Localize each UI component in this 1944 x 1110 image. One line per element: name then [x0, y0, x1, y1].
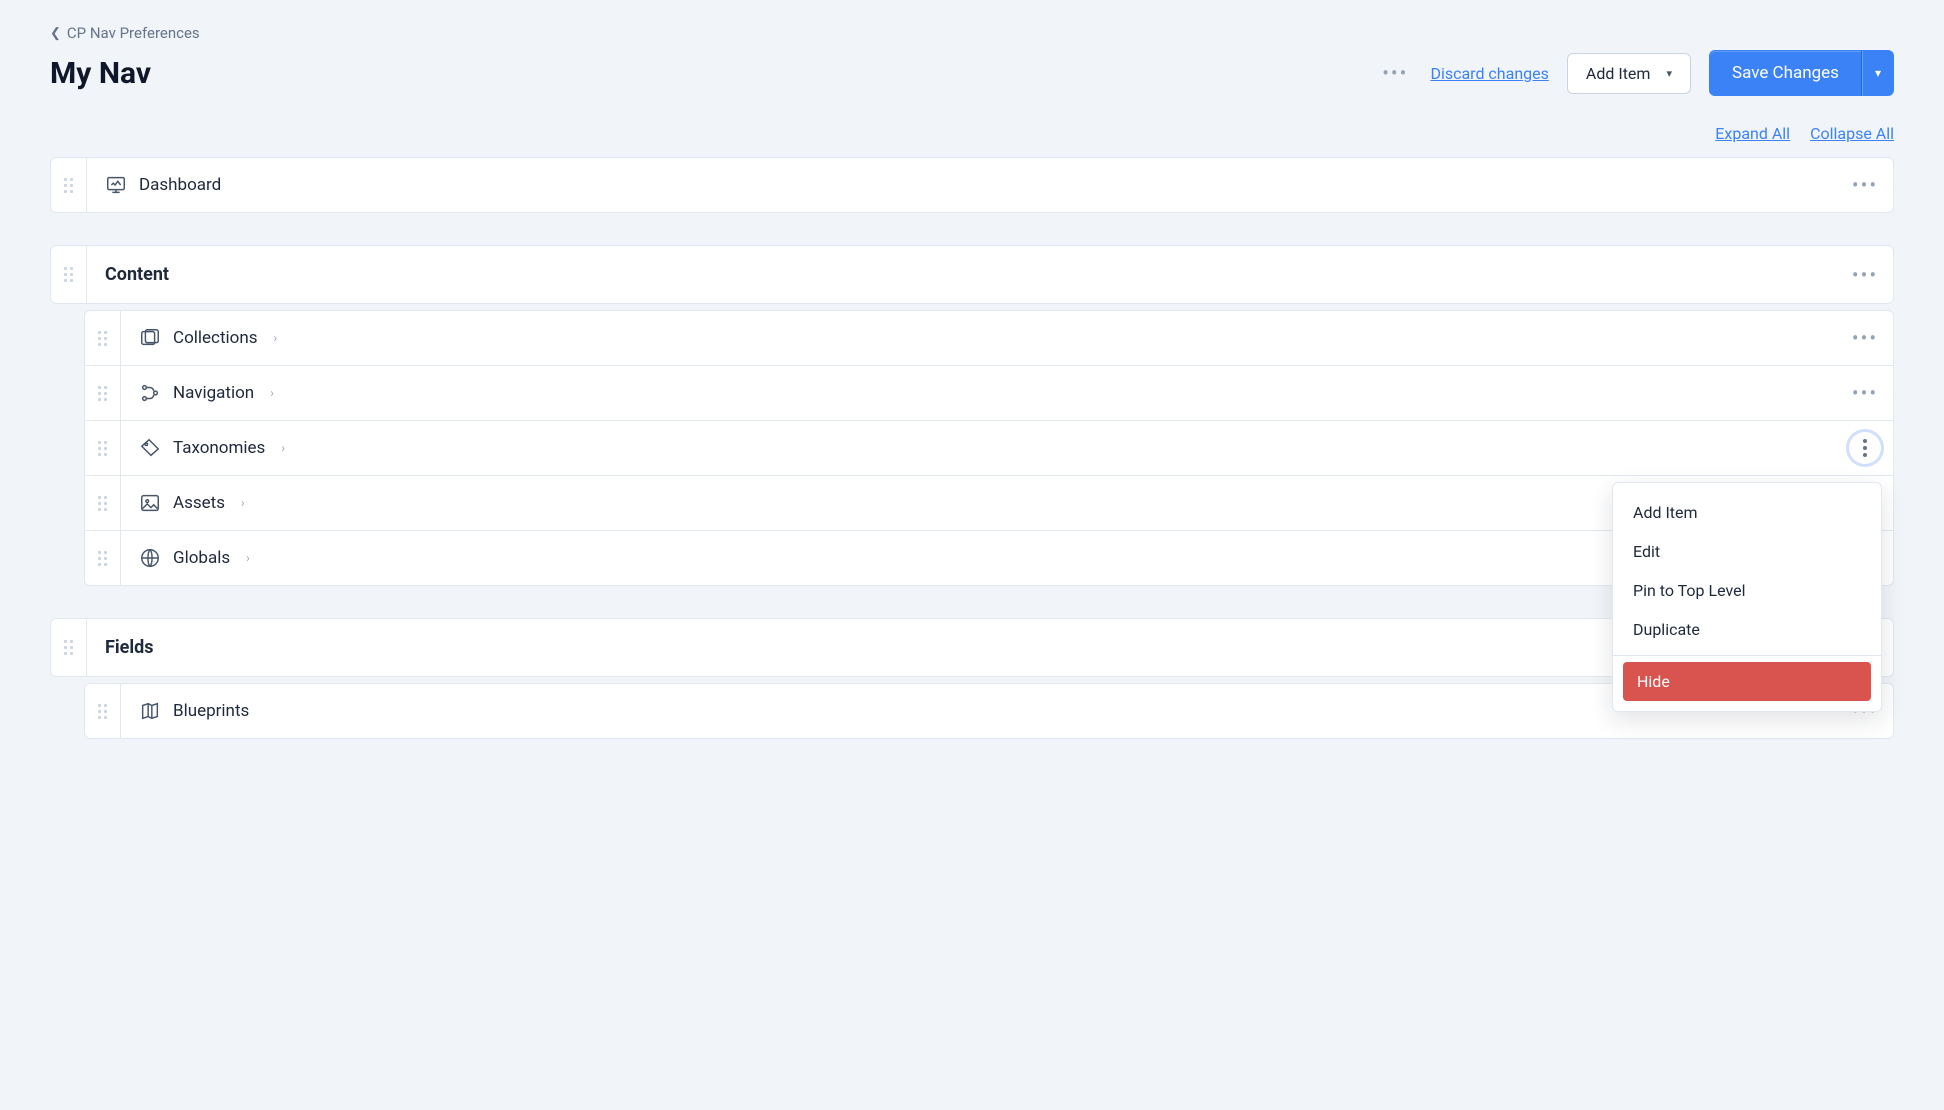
discard-changes-link[interactable]: Discard changes	[1430, 64, 1548, 83]
nav-item-label: Globals	[173, 548, 230, 568]
row-more-button[interactable]	[1849, 432, 1881, 464]
expand-all-link[interactable]: Expand All	[1715, 124, 1790, 143]
row-context-menu: Add Item Edit Pin to Top Level Duplicate…	[1612, 482, 1882, 712]
drag-handle[interactable]	[85, 684, 121, 738]
nav-item-dashboard[interactable]: Dashboard •••	[50, 157, 1894, 213]
chevron-right-icon: ›	[241, 496, 245, 510]
menu-add-item[interactable]: Add Item	[1613, 493, 1881, 532]
menu-divider	[1613, 655, 1881, 656]
page-title: My Nav	[50, 56, 151, 91]
nav-item-label: Blueprints	[173, 701, 249, 721]
breadcrumb[interactable]: ❮ CP Nav Preferences	[50, 24, 200, 42]
section-label: Content	[105, 264, 169, 285]
drag-handle[interactable]	[85, 531, 121, 585]
row-more-button[interactable]: •••	[1852, 173, 1878, 197]
menu-pin-top[interactable]: Pin to Top Level	[1613, 571, 1881, 610]
drag-handle[interactable]	[51, 158, 87, 212]
drag-handle[interactable]	[51, 246, 87, 303]
globals-icon	[139, 547, 161, 569]
nav-item-label: Taxonomies	[173, 438, 265, 458]
chevron-right-icon: ›	[281, 441, 285, 455]
taxonomies-icon	[139, 437, 161, 459]
row-more-button[interactable]: •••	[1852, 263, 1878, 287]
menu-edit[interactable]: Edit	[1613, 532, 1881, 571]
add-item-label: Add Item	[1586, 64, 1651, 83]
drag-handle[interactable]	[51, 619, 87, 676]
header-more-button[interactable]: •••	[1378, 63, 1412, 83]
nav-item-label: Collections	[173, 328, 258, 348]
save-button-label: Save Changes	[1732, 63, 1839, 83]
navigation-icon	[139, 382, 161, 404]
dashboard-icon	[105, 174, 127, 196]
collapse-all-link[interactable]: Collapse All	[1810, 124, 1894, 143]
menu-hide[interactable]: Hide	[1623, 662, 1871, 701]
chevron-down-icon: ▾	[1875, 66, 1881, 80]
section-label: Fields	[105, 637, 154, 658]
nav-item-label: Navigation	[173, 383, 254, 403]
save-button[interactable]: Save Changes	[1709, 50, 1862, 96]
chevron-down-icon: ▾	[1666, 67, 1672, 80]
drag-handle[interactable]	[85, 421, 121, 475]
blueprints-icon	[139, 700, 161, 722]
row-more-button[interactable]: •••	[1852, 381, 1878, 405]
row-more-button[interactable]: •••	[1852, 326, 1878, 350]
nav-item-label: Assets	[173, 493, 225, 513]
drag-handle[interactable]	[85, 311, 121, 365]
chevron-right-icon: ›	[274, 331, 278, 345]
add-item-button[interactable]: Add Item ▾	[1567, 53, 1691, 94]
drag-handle[interactable]	[85, 476, 121, 530]
nav-item-navigation[interactable]: Navigation › •••	[84, 365, 1894, 421]
breadcrumb-label: CP Nav Preferences	[67, 24, 200, 42]
assets-icon	[139, 492, 161, 514]
chevron-right-icon: ›	[270, 386, 274, 400]
chevron-left-icon: ❮	[50, 26, 61, 41]
save-button-dropdown[interactable]: ▾	[1862, 50, 1894, 96]
nav-item-taxonomies[interactable]: Taxonomies ›	[84, 420, 1894, 476]
collections-icon	[139, 327, 161, 349]
nav-section-content[interactable]: Content •••	[50, 245, 1894, 304]
drag-handle[interactable]	[85, 366, 121, 420]
menu-duplicate[interactable]: Duplicate	[1613, 610, 1881, 649]
nav-item-collections[interactable]: Collections › •••	[84, 310, 1894, 366]
nav-item-label: Dashboard	[139, 175, 221, 195]
chevron-right-icon: ›	[246, 551, 250, 565]
